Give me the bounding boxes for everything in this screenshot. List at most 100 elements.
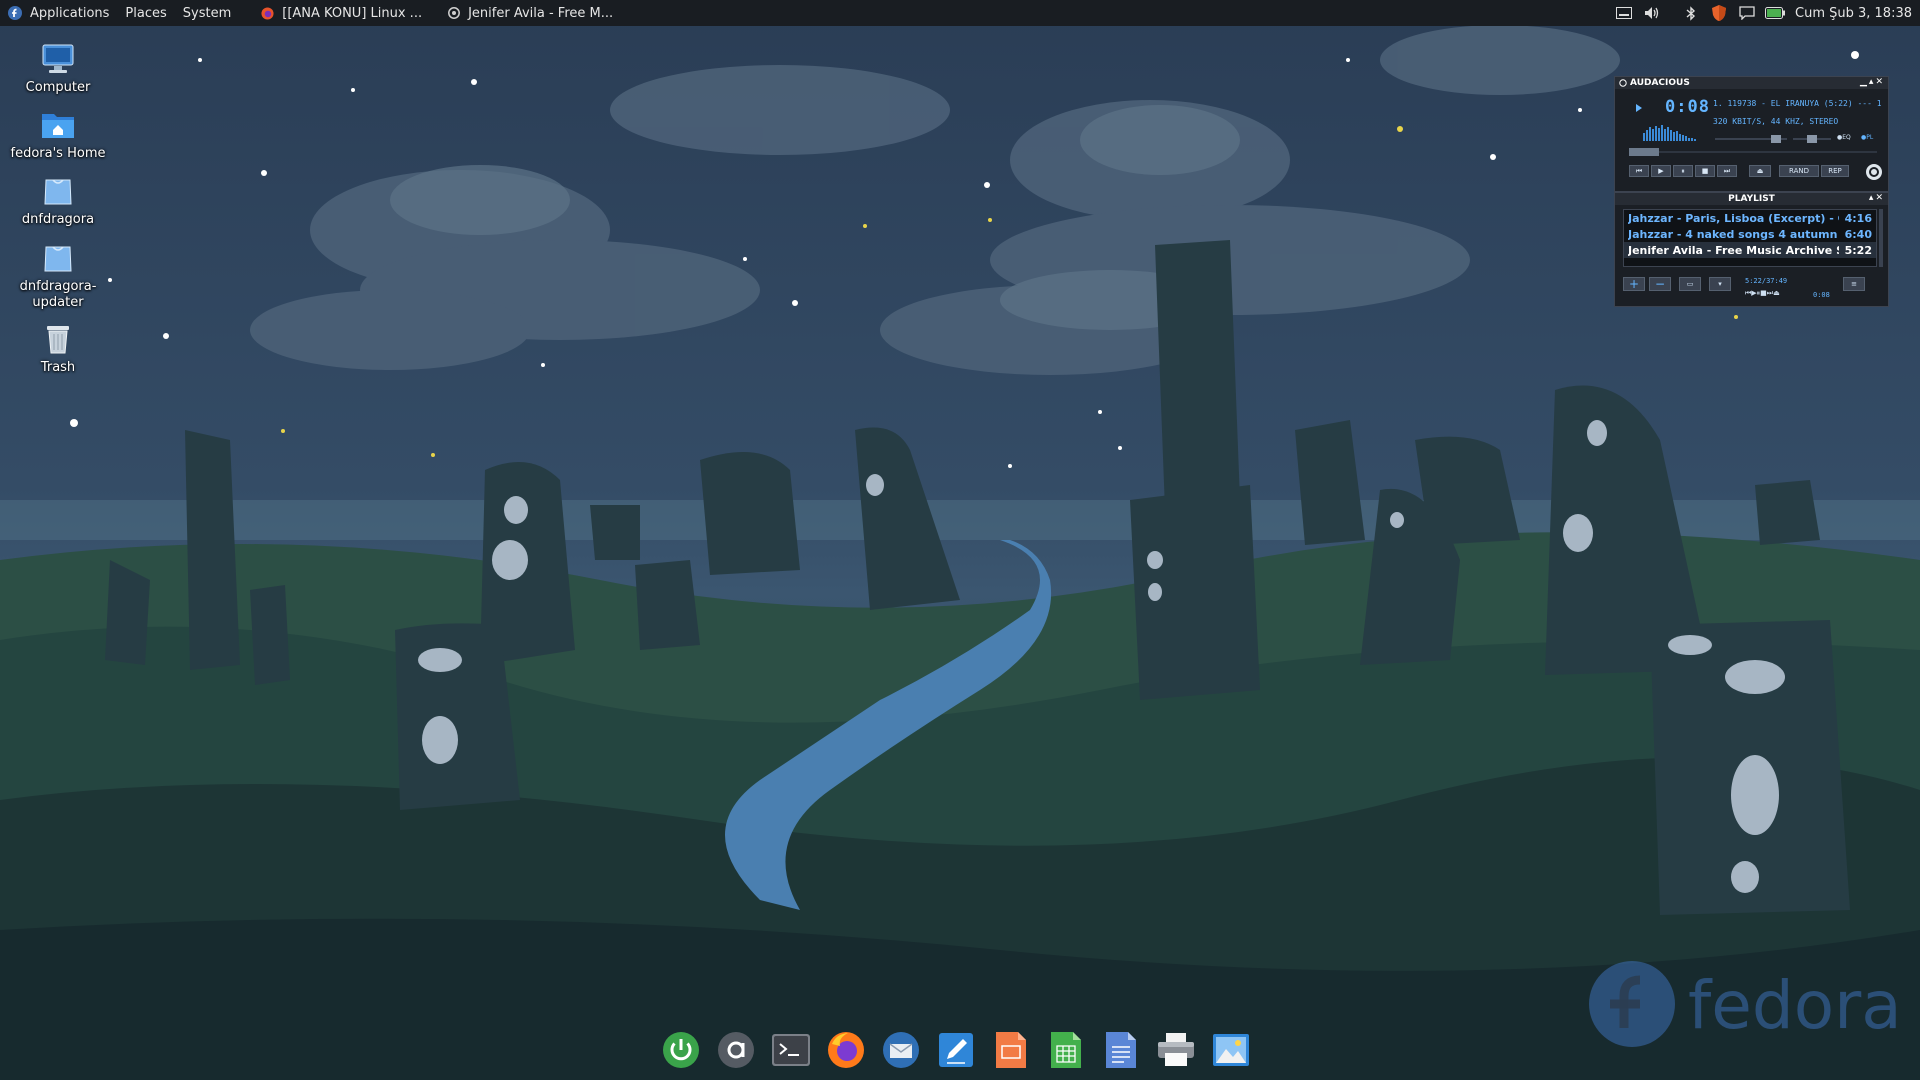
audacious-playlist-window[interactable]: PLAYLIST ▴✕ Jahzzar - Paris, Lisboa (Exc… bbox=[1614, 192, 1889, 307]
playlist-scrollbar[interactable] bbox=[1879, 209, 1883, 267]
desktop-icon-home[interactable]: fedora's Home bbox=[10, 108, 106, 162]
shield-update-icon[interactable] bbox=[1708, 0, 1730, 26]
playlist-remove-button[interactable]: − bbox=[1649, 277, 1671, 291]
places-menu[interactable]: Places bbox=[117, 0, 174, 26]
playlist-item-duration: 5:22 bbox=[1844, 243, 1872, 257]
playback-time[interactable]: 0:08 bbox=[1665, 97, 1710, 117]
notification-icon[interactable] bbox=[1736, 0, 1758, 26]
keyboard-icon[interactable] bbox=[1613, 0, 1635, 26]
spreadsheet-icon bbox=[1051, 1032, 1081, 1068]
desktop-icon-label: dnfdragora-updater bbox=[19, 279, 97, 310]
taskbar-audacious-window[interactable]: Jenifer Avila - Free M... bbox=[440, 0, 621, 26]
mail-icon bbox=[883, 1032, 919, 1068]
applications-label: Applications bbox=[30, 5, 110, 21]
system-label: System bbox=[182, 5, 232, 21]
applications-menu[interactable]: Applications bbox=[0, 0, 117, 26]
shuffle-button[interactable]: RAND bbox=[1779, 165, 1819, 177]
playlist-item-duration: 6:40 bbox=[1844, 227, 1872, 241]
desktop-icon-computer[interactable]: Computer bbox=[10, 40, 106, 96]
playlist-item-current[interactable]: Jenifer Avila - Free Music Archive Speci… bbox=[1624, 242, 1876, 258]
desktop-icon-label: dnfdragora bbox=[21, 212, 95, 227]
song-ticker: 1. 119738 - EL IRANUYA (5:22) --- 1 bbox=[1713, 99, 1882, 108]
taskbar-firefox-window[interactable]: [[ANA KONU] Linux ... bbox=[253, 0, 430, 26]
image-viewer-icon bbox=[1213, 1034, 1249, 1066]
eject-button[interactable]: ⏏ bbox=[1749, 165, 1771, 177]
dock-item-power[interactable] bbox=[660, 1029, 702, 1071]
desktop-icon-trash[interactable]: Trash bbox=[10, 322, 106, 376]
system-menu[interactable]: System bbox=[175, 0, 239, 26]
pause-button[interactable]: ⏸ bbox=[1673, 165, 1693, 177]
spectrum-visualizer[interactable] bbox=[1643, 123, 1707, 141]
playlist-list[interactable]: Jahzzar - Paris, Lisboa (Excerpt) - Chia… bbox=[1623, 209, 1877, 267]
playlist-item[interactable]: Jahzzar - Paris, Lisboa (Excerpt) - Chia… bbox=[1624, 210, 1876, 226]
playlist-item-title: Jahzzar - Paris, Lisboa (Excerpt) - Chia… bbox=[1628, 211, 1839, 225]
desktop-icon-dnfdragora-updater[interactable]: dnfdragora-updater bbox=[10, 241, 106, 311]
volume-slider[interactable] bbox=[1715, 135, 1787, 143]
desktop-icon-label: fedora's Home bbox=[10, 146, 106, 161]
dock-item-image-viewer[interactable] bbox=[1210, 1029, 1252, 1071]
user-icon bbox=[718, 1032, 754, 1068]
previous-button[interactable]: ⏮ bbox=[1629, 165, 1649, 177]
trash-icon bbox=[47, 326, 69, 354]
computer-icon bbox=[42, 44, 74, 73]
playlist-select-button[interactable]: ▭ bbox=[1679, 277, 1701, 291]
dock-item-spreadsheet[interactable] bbox=[1045, 1029, 1087, 1071]
playlist-item-title: Jenifer Avila - Free Music Archive Speci bbox=[1628, 243, 1839, 257]
audacious-main-window[interactable]: AUDACIOUS ▁▴✕ 0:08 1. 119738 - EL IRANUY… bbox=[1614, 76, 1889, 192]
clock-label: Cum Şub 3, 18:38 bbox=[1795, 5, 1912, 21]
next-button[interactable]: ⏭ bbox=[1717, 165, 1737, 177]
audacious-icon bbox=[448, 7, 461, 19]
top-panel: Applications Places System [[ANA KONU] L… bbox=[0, 0, 1920, 26]
fedora-menu-icon bbox=[8, 6, 22, 20]
stream-info: 320 KBIT/S, 44 KHZ, STEREO bbox=[1713, 117, 1839, 126]
playlist-toggle[interactable]: ●PL bbox=[1861, 134, 1873, 141]
terminal-icon bbox=[772, 1034, 810, 1066]
places-label: Places bbox=[125, 5, 167, 21]
playlist-total-time: 5:22/37:49 bbox=[1745, 277, 1788, 285]
play-button[interactable]: ▶ bbox=[1651, 165, 1671, 177]
dock-item-user[interactable] bbox=[715, 1029, 757, 1071]
dock-item-text-editor[interactable] bbox=[935, 1029, 977, 1071]
package-icon bbox=[44, 246, 72, 272]
stop-button[interactable]: ■ bbox=[1695, 165, 1715, 177]
package-icon bbox=[44, 179, 72, 205]
play-status-icon bbox=[1636, 104, 1642, 112]
repeat-button[interactable]: REP bbox=[1821, 165, 1849, 177]
playlist-titlebar[interactable]: PLAYLIST ▴✕ bbox=[1615, 193, 1888, 205]
playlist-mini-controls[interactable]: ⏮▶⏸■⏭⏏ bbox=[1745, 289, 1780, 298]
audacious-logo-icon[interactable] bbox=[1865, 163, 1883, 181]
fedora-logo: fedora bbox=[1589, 961, 1898, 1047]
playlist-item[interactable]: Jahzzar - 4 naked songs 4 autumn rain 6:… bbox=[1624, 226, 1876, 242]
dock-item-terminal[interactable] bbox=[770, 1029, 812, 1071]
volume-icon[interactable] bbox=[1641, 0, 1663, 26]
power-icon bbox=[663, 1032, 699, 1068]
document-icon bbox=[1106, 1032, 1136, 1068]
dock-item-firefox[interactable] bbox=[825, 1029, 867, 1071]
battery-icon[interactable] bbox=[1764, 0, 1786, 26]
bluetooth-icon[interactable] bbox=[1680, 0, 1702, 26]
seek-bar[interactable] bbox=[1629, 148, 1877, 156]
playlist-list-menu-button[interactable]: ≡ bbox=[1843, 277, 1865, 291]
printer-icon bbox=[1158, 1033, 1194, 1066]
dock bbox=[660, 1026, 1260, 1074]
clock[interactable]: Cum Şub 3, 18:38 bbox=[1789, 0, 1914, 26]
playlist-add-button[interactable]: + bbox=[1623, 277, 1645, 291]
desktop-icon-dnfdragora[interactable]: dnfdragora bbox=[10, 174, 106, 228]
playlist-misc-button[interactable]: ▾ bbox=[1709, 277, 1731, 291]
firefox-icon bbox=[261, 6, 274, 20]
minimize-icon[interactable]: ▁ bbox=[1860, 77, 1869, 87]
taskbar-audacious-label: Jenifer Avila - Free M... bbox=[468, 5, 614, 21]
fedora-logo-text: fedora bbox=[1688, 967, 1898, 1044]
dock-item-mail[interactable] bbox=[880, 1029, 922, 1071]
dock-item-presentation[interactable] bbox=[990, 1029, 1032, 1071]
audacious-titlebar[interactable]: AUDACIOUS ▁▴✕ bbox=[1615, 77, 1888, 89]
close-icon[interactable]: ✕ bbox=[1875, 193, 1885, 203]
dock-item-printer[interactable] bbox=[1155, 1029, 1197, 1071]
presentation-icon bbox=[996, 1032, 1026, 1068]
desktop-icon-label: Computer bbox=[25, 80, 91, 95]
equalizer-toggle[interactable]: ●EQ bbox=[1837, 134, 1851, 141]
firefox-icon bbox=[828, 1032, 864, 1068]
close-icon[interactable]: ✕ bbox=[1875, 77, 1885, 87]
balance-slider[interactable] bbox=[1793, 135, 1831, 143]
dock-item-document[interactable] bbox=[1100, 1029, 1142, 1071]
